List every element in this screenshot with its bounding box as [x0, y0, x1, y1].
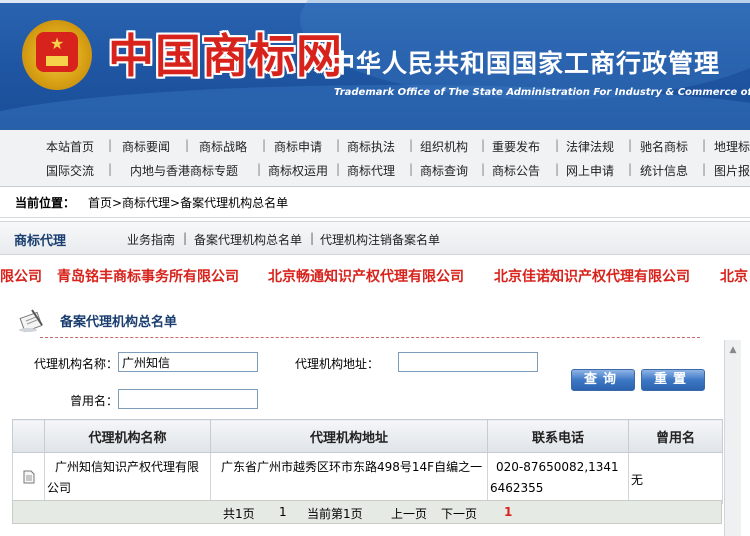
nav-separator: | — [628, 138, 633, 152]
cell-phone: 020-87650082,13416462355 — [487, 452, 629, 504]
nav-item-strategy[interactable]: 商标战略 — [199, 138, 247, 155]
nav-separator: | — [108, 138, 113, 152]
alias-label: 曾用名： — [70, 394, 119, 408]
nav-item-photo[interactable]: 图片报 — [714, 162, 750, 179]
nav-separator: | — [481, 138, 486, 152]
nav-separator: | — [262, 138, 267, 152]
nav-item-organization[interactable]: 组织机构 — [420, 138, 468, 155]
nav-item-agency[interactable]: 商标代理 — [347, 162, 395, 179]
reset-button[interactable]: 重置 — [641, 369, 705, 391]
pager-current-page: 1 — [504, 505, 513, 519]
nav-item-announcement[interactable]: 商标公告 — [492, 162, 540, 179]
scroll-up-icon[interactable]: ▲ — [727, 344, 739, 356]
nav-item-statistics[interactable]: 统计信息 — [640, 162, 688, 179]
cell-agency-address: 广东省广州市越秀区环市东路498号14F自编之一 — [210, 452, 488, 504]
breadcrumb-label: 当前位置： — [15, 196, 76, 210]
nav-separator: | — [336, 138, 341, 152]
nav-separator: | — [409, 138, 414, 152]
section-separator: | — [310, 231, 315, 245]
breadcrumb: 当前位置： 首页>商标代理>备案代理机构总名单 — [0, 187, 750, 218]
nav-item-online-apply[interactable]: 网上申请 — [566, 162, 614, 179]
alias-input[interactable] — [118, 389, 258, 409]
nav-item-well-known[interactable]: 驰名商标 — [640, 138, 688, 155]
document-pen-icon — [18, 307, 48, 333]
nav-item-laws[interactable]: 法律法规 — [566, 138, 614, 155]
marquee-item[interactable]: 北京 — [720, 266, 748, 286]
table-header-alias: 曾用名 — [628, 419, 723, 453]
marquee-item[interactable]: 限公司 — [0, 266, 42, 286]
section-link-cancelled[interactable]: 代理机构注销备案名单 — [320, 231, 440, 248]
org-name: 中华人民共和国国家工商行政管理 — [330, 49, 721, 78]
table-header-name: 代理机构名称 — [44, 419, 211, 453]
list-header: 备案代理机构总名单 — [18, 305, 708, 339]
nav-item-geo[interactable]: 地理标 — [714, 138, 750, 155]
nav-item-search[interactable]: 商标查询 — [420, 162, 468, 179]
nav-item-enforcement[interactable]: 商标执法 — [347, 138, 395, 155]
results-table: 代理机构名称 代理机构地址 联系电话 曾用名 广州知信知识产权代理有限公司 广东… — [12, 419, 723, 504]
site-banner: ★ 中国商标网 中华人民共和国国家工商行政管理 Trademark Office… — [0, 0, 750, 130]
query-button[interactable]: 查询 — [571, 369, 635, 391]
divider — [40, 337, 700, 338]
nav-separator: | — [257, 162, 262, 176]
pager: 共1页 1 当前第1页 上一页 下一页 1 — [12, 500, 722, 524]
nav-item-rights-use[interactable]: 商标权运用 — [268, 162, 328, 179]
pager-current: 当前第1页 — [307, 507, 363, 521]
marquee-item[interactable]: 北京畅通知识产权代理有限公司 — [268, 266, 464, 286]
nav-separator: | — [555, 138, 560, 152]
list-title: 备案代理机构总名单 — [60, 315, 178, 330]
nav-separator: | — [409, 162, 414, 176]
marquee-item[interactable]: 北京佳诺知识产权代理有限公司 — [494, 266, 690, 286]
nav-separator: | — [336, 162, 341, 176]
scrollbar[interactable]: ▲ — [724, 340, 741, 536]
nav-separator: | — [185, 138, 190, 152]
breadcrumb-path[interactable]: 首页>商标代理>备案代理机构总名单 — [88, 194, 288, 211]
agency-name-input[interactable] — [118, 352, 258, 372]
nav-separator: | — [628, 162, 633, 176]
nav-item-international[interactable]: 国际交流 — [46, 162, 94, 179]
table-header-phone: 联系电话 — [487, 419, 629, 453]
table-header-blank — [12, 419, 45, 453]
nav-item-news[interactable]: 商标要闻 — [122, 138, 170, 155]
nav-item-application[interactable]: 商标申请 — [274, 138, 322, 155]
nav-separator: | — [481, 162, 486, 176]
table-row[interactable]: 广州知信知识产权代理有限公司 广东省广州市越秀区环市东路498号14F自编之一 … — [12, 452, 723, 504]
pager-total: 共1页 — [223, 507, 255, 521]
pager-next[interactable]: 下一页 — [441, 505, 477, 522]
section-title: 商标代理 — [14, 234, 67, 249]
name-label: 代理机构名称： — [34, 357, 119, 371]
pager-page-link[interactable]: 1 — [279, 505, 287, 519]
section-link-all-agencies[interactable]: 备案代理机构总名单 — [194, 231, 302, 248]
table-header-row: 代理机构名称 代理机构地址 联系电话 曾用名 — [12, 419, 723, 453]
agency-address-input[interactable] — [398, 352, 538, 372]
table-header-address: 代理机构地址 — [210, 419, 488, 453]
document-icon[interactable] — [12, 452, 45, 504]
section-link-guide[interactable]: 业务指南 — [127, 231, 175, 248]
nav-item-releases[interactable]: 重要发布 — [492, 138, 540, 155]
main-nav: 本站首页 | 商标要闻 | 商标战略 | 商标申请 | 商标执法 | 组织机构 … — [0, 130, 750, 187]
section-separator: | — [183, 231, 188, 245]
org-name-en: Trademark Office of The State Administra… — [334, 87, 750, 98]
section-bar: 商标代理 业务指南 | 备案代理机构总名单 | 代理机构注销备案名单 — [0, 221, 750, 255]
agency-marquee: 限公司 青岛铭丰商标事务所有限公司 北京畅通知识产权代理有限公司 北京佳诺知识产… — [0, 262, 750, 286]
nav-separator: | — [702, 162, 707, 176]
nav-separator: | — [108, 162, 113, 176]
address-label: 代理机构地址： — [295, 357, 380, 371]
marquee-item[interactable]: 青岛铭丰商标事务所有限公司 — [57, 266, 239, 286]
nav-item-hk-topic[interactable]: 内地与香港商标专题 — [130, 162, 238, 179]
pager-prev[interactable]: 上一页 — [391, 505, 427, 522]
national-emblem-icon: ★ — [22, 20, 92, 90]
cell-alias: 无 — [628, 452, 723, 504]
cell-agency-name[interactable]: 广州知信知识产权代理有限公司 — [44, 452, 211, 504]
site-logo[interactable]: 中国商标网 — [108, 20, 343, 86]
nav-item-home[interactable]: 本站首页 — [46, 138, 94, 155]
nav-separator: | — [555, 162, 560, 176]
nav-separator: | — [702, 138, 707, 152]
